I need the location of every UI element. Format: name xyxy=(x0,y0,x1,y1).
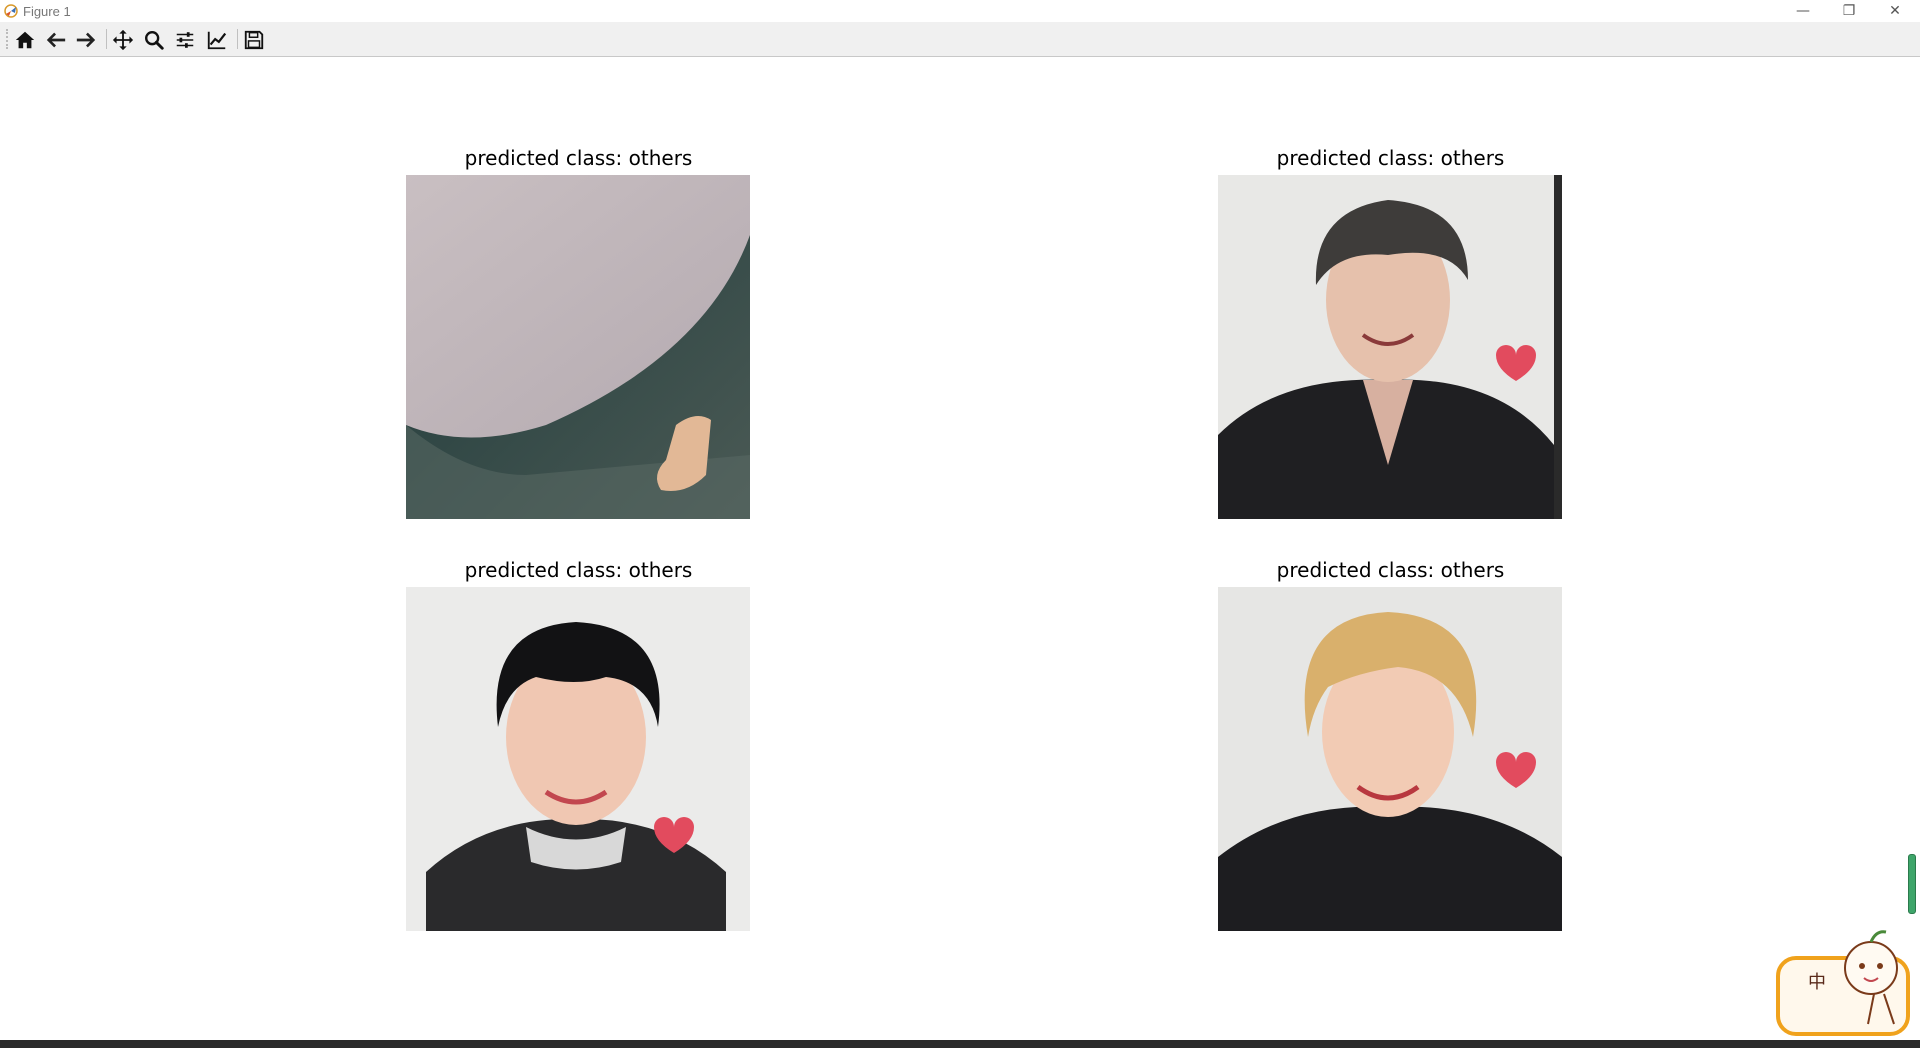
subplot-image xyxy=(1218,175,1562,519)
pan-button[interactable] xyxy=(110,27,136,53)
subplot-title: predicted class: others xyxy=(1276,146,1505,170)
zoom-button[interactable] xyxy=(141,27,167,53)
toolbar-separator xyxy=(106,29,107,49)
taskbar-strip xyxy=(0,1040,1920,1048)
subplot-image xyxy=(406,175,750,519)
subplot-title: predicted class: others xyxy=(464,146,693,170)
ime-status-widget[interactable]: 中 xyxy=(1776,920,1916,1040)
ime-mascot-icon xyxy=(1776,930,1910,1036)
move-icon xyxy=(112,29,134,51)
maximize-button[interactable]: ❐ xyxy=(1826,0,1872,22)
configure-subplots-button[interactable] xyxy=(172,27,198,53)
subplot-title: predicted class: others xyxy=(464,558,693,582)
magnifier-icon xyxy=(145,31,164,50)
home-button[interactable] xyxy=(12,27,38,53)
minimize-button[interactable]: — xyxy=(1780,0,1826,22)
figure-canvas[interactable]: predicted class: others predicted class:… xyxy=(0,57,1920,1040)
figure-toolbar xyxy=(0,22,1920,57)
floppy-disk-icon xyxy=(244,30,264,50)
title-bar: Figure 1 — ❐ ✕ xyxy=(0,0,1920,22)
toolbar-separator xyxy=(237,29,238,49)
edit-axis-button[interactable] xyxy=(204,27,230,53)
window-title: Figure 1 xyxy=(23,4,71,19)
sliders-icon xyxy=(176,32,194,48)
arrow-right-icon xyxy=(76,32,96,48)
forward-button[interactable] xyxy=(73,27,99,53)
subplot-image xyxy=(406,587,750,931)
line-chart-icon xyxy=(207,31,227,50)
arrow-left-icon xyxy=(46,32,66,48)
subplot-image xyxy=(1218,587,1562,931)
toolbar-grip[interactable] xyxy=(6,29,10,49)
close-button[interactable]: ✕ xyxy=(1872,0,1918,22)
home-icon xyxy=(15,31,35,49)
save-button[interactable] xyxy=(241,27,267,53)
back-button[interactable] xyxy=(43,27,69,53)
subplot-title: predicted class: others xyxy=(1276,558,1505,582)
ime-mode-label: 中 xyxy=(1808,972,1826,993)
scroll-indicator[interactable] xyxy=(1908,854,1916,914)
matplotlib-app-icon xyxy=(3,3,19,19)
